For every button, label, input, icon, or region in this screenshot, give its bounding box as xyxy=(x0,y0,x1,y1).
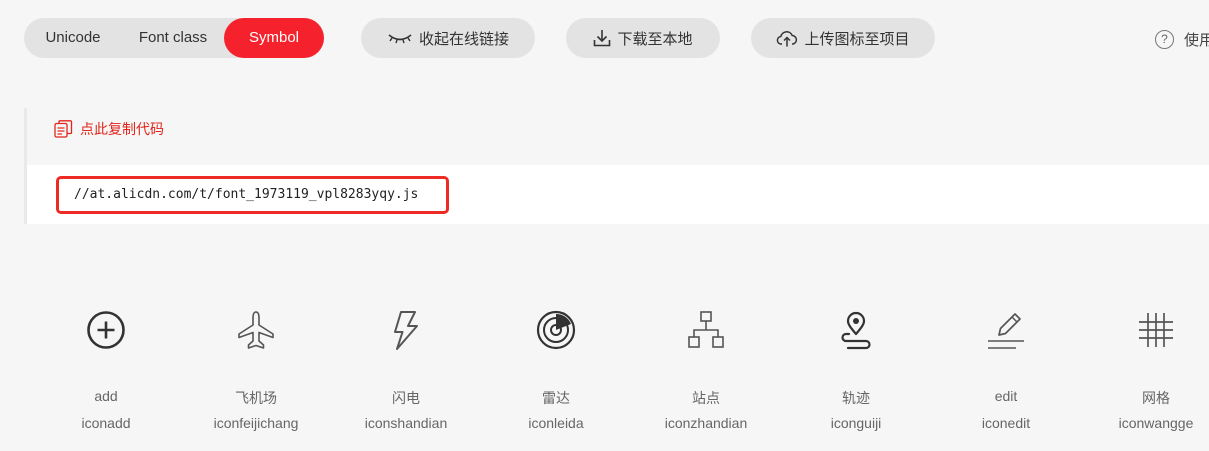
eye-closed-icon xyxy=(388,34,412,44)
download-local-button[interactable]: 下载至本地 xyxy=(566,18,720,58)
track-icon xyxy=(841,311,871,350)
copy-icon xyxy=(54,120,73,138)
edit-icon xyxy=(988,313,1024,349)
icon-card-radar[interactable]: 雷达 iconleida xyxy=(481,300,631,451)
copy-code-label: 点此复制代码 xyxy=(80,121,164,137)
icon-code: iconfeijichang xyxy=(213,415,299,431)
collapse-online-link-button[interactable]: 收起在线链接 xyxy=(361,18,535,58)
icon-name: 闪电 xyxy=(392,390,420,406)
icon-card-grid[interactable]: 网格 iconwangge xyxy=(1081,300,1209,451)
icon-code: iconzhandian xyxy=(664,415,748,431)
icon-name: 网格 xyxy=(1142,390,1170,406)
question-icon: ? xyxy=(1155,30,1174,49)
icon-code: iconguiji xyxy=(830,415,882,431)
icon-code: iconshandian xyxy=(364,415,448,431)
icon-card-add[interactable]: add iconadd xyxy=(31,300,181,451)
display-mode-tabs: Unicode Font class Symbol xyxy=(24,18,324,58)
help-label: 使用帮助 xyxy=(1184,32,1209,49)
download-icon xyxy=(594,30,611,47)
grid-icon xyxy=(1139,313,1173,347)
icon-card-site[interactable]: 站点 iconzhandian xyxy=(631,300,781,451)
radar-icon xyxy=(536,310,576,350)
icon-code: iconleida xyxy=(528,415,584,431)
site-icon xyxy=(688,311,724,348)
icon-name: 站点 xyxy=(692,390,720,406)
icon-code: iconwangge xyxy=(1118,415,1194,431)
icon-card-lightning[interactable]: 闪电 iconshandian xyxy=(331,300,481,451)
collapse-online-link-label: 收起在线链接 xyxy=(418,30,509,48)
add-icon xyxy=(87,311,125,349)
copy-code-link[interactable]: 点此复制代码 xyxy=(54,119,164,139)
icon-name: 雷达 xyxy=(542,390,570,406)
icon-code: iconadd xyxy=(81,415,131,431)
icon-name: edit xyxy=(994,388,1018,404)
icon-name: add xyxy=(94,388,118,404)
tab-unicode[interactable]: Unicode xyxy=(24,18,122,58)
lightning-icon xyxy=(394,311,418,350)
icon-name: 轨迹 xyxy=(842,390,870,406)
symbol-js-url[interactable]: //at.alicdn.com/t/font_1973119_vpl8283yq… xyxy=(56,176,449,214)
download-local-label: 下载至本地 xyxy=(617,30,693,48)
icon-name: 飞机场 xyxy=(235,390,277,406)
cloud-upload-icon xyxy=(777,31,798,47)
tab-font-class[interactable]: Font class xyxy=(122,18,224,58)
upload-to-project-label: 上传图标至项目 xyxy=(804,30,910,48)
icon-card-track[interactable]: 轨迹 iconguiji xyxy=(781,300,931,451)
icon-card-edit[interactable]: edit iconedit xyxy=(931,300,1081,451)
upload-to-project-button[interactable]: 上传图标至项目 xyxy=(751,18,935,58)
code-panel-header xyxy=(27,108,1209,165)
airport-icon xyxy=(238,311,274,349)
tab-symbol[interactable]: Symbol xyxy=(224,18,324,58)
icon-card-airport[interactable]: 飞机场 iconfeijichang xyxy=(181,300,331,451)
code-panel: 点此复制代码 //at.alicdn.com/t/font_1973119_vp… xyxy=(24,108,1209,224)
help-link[interactable]: ? 使用帮助 xyxy=(1155,29,1209,50)
icon-grid: add iconadd 飞机场 iconfeijichang 闪电 iconsh… xyxy=(31,300,1209,451)
icon-code: iconedit xyxy=(981,415,1031,431)
